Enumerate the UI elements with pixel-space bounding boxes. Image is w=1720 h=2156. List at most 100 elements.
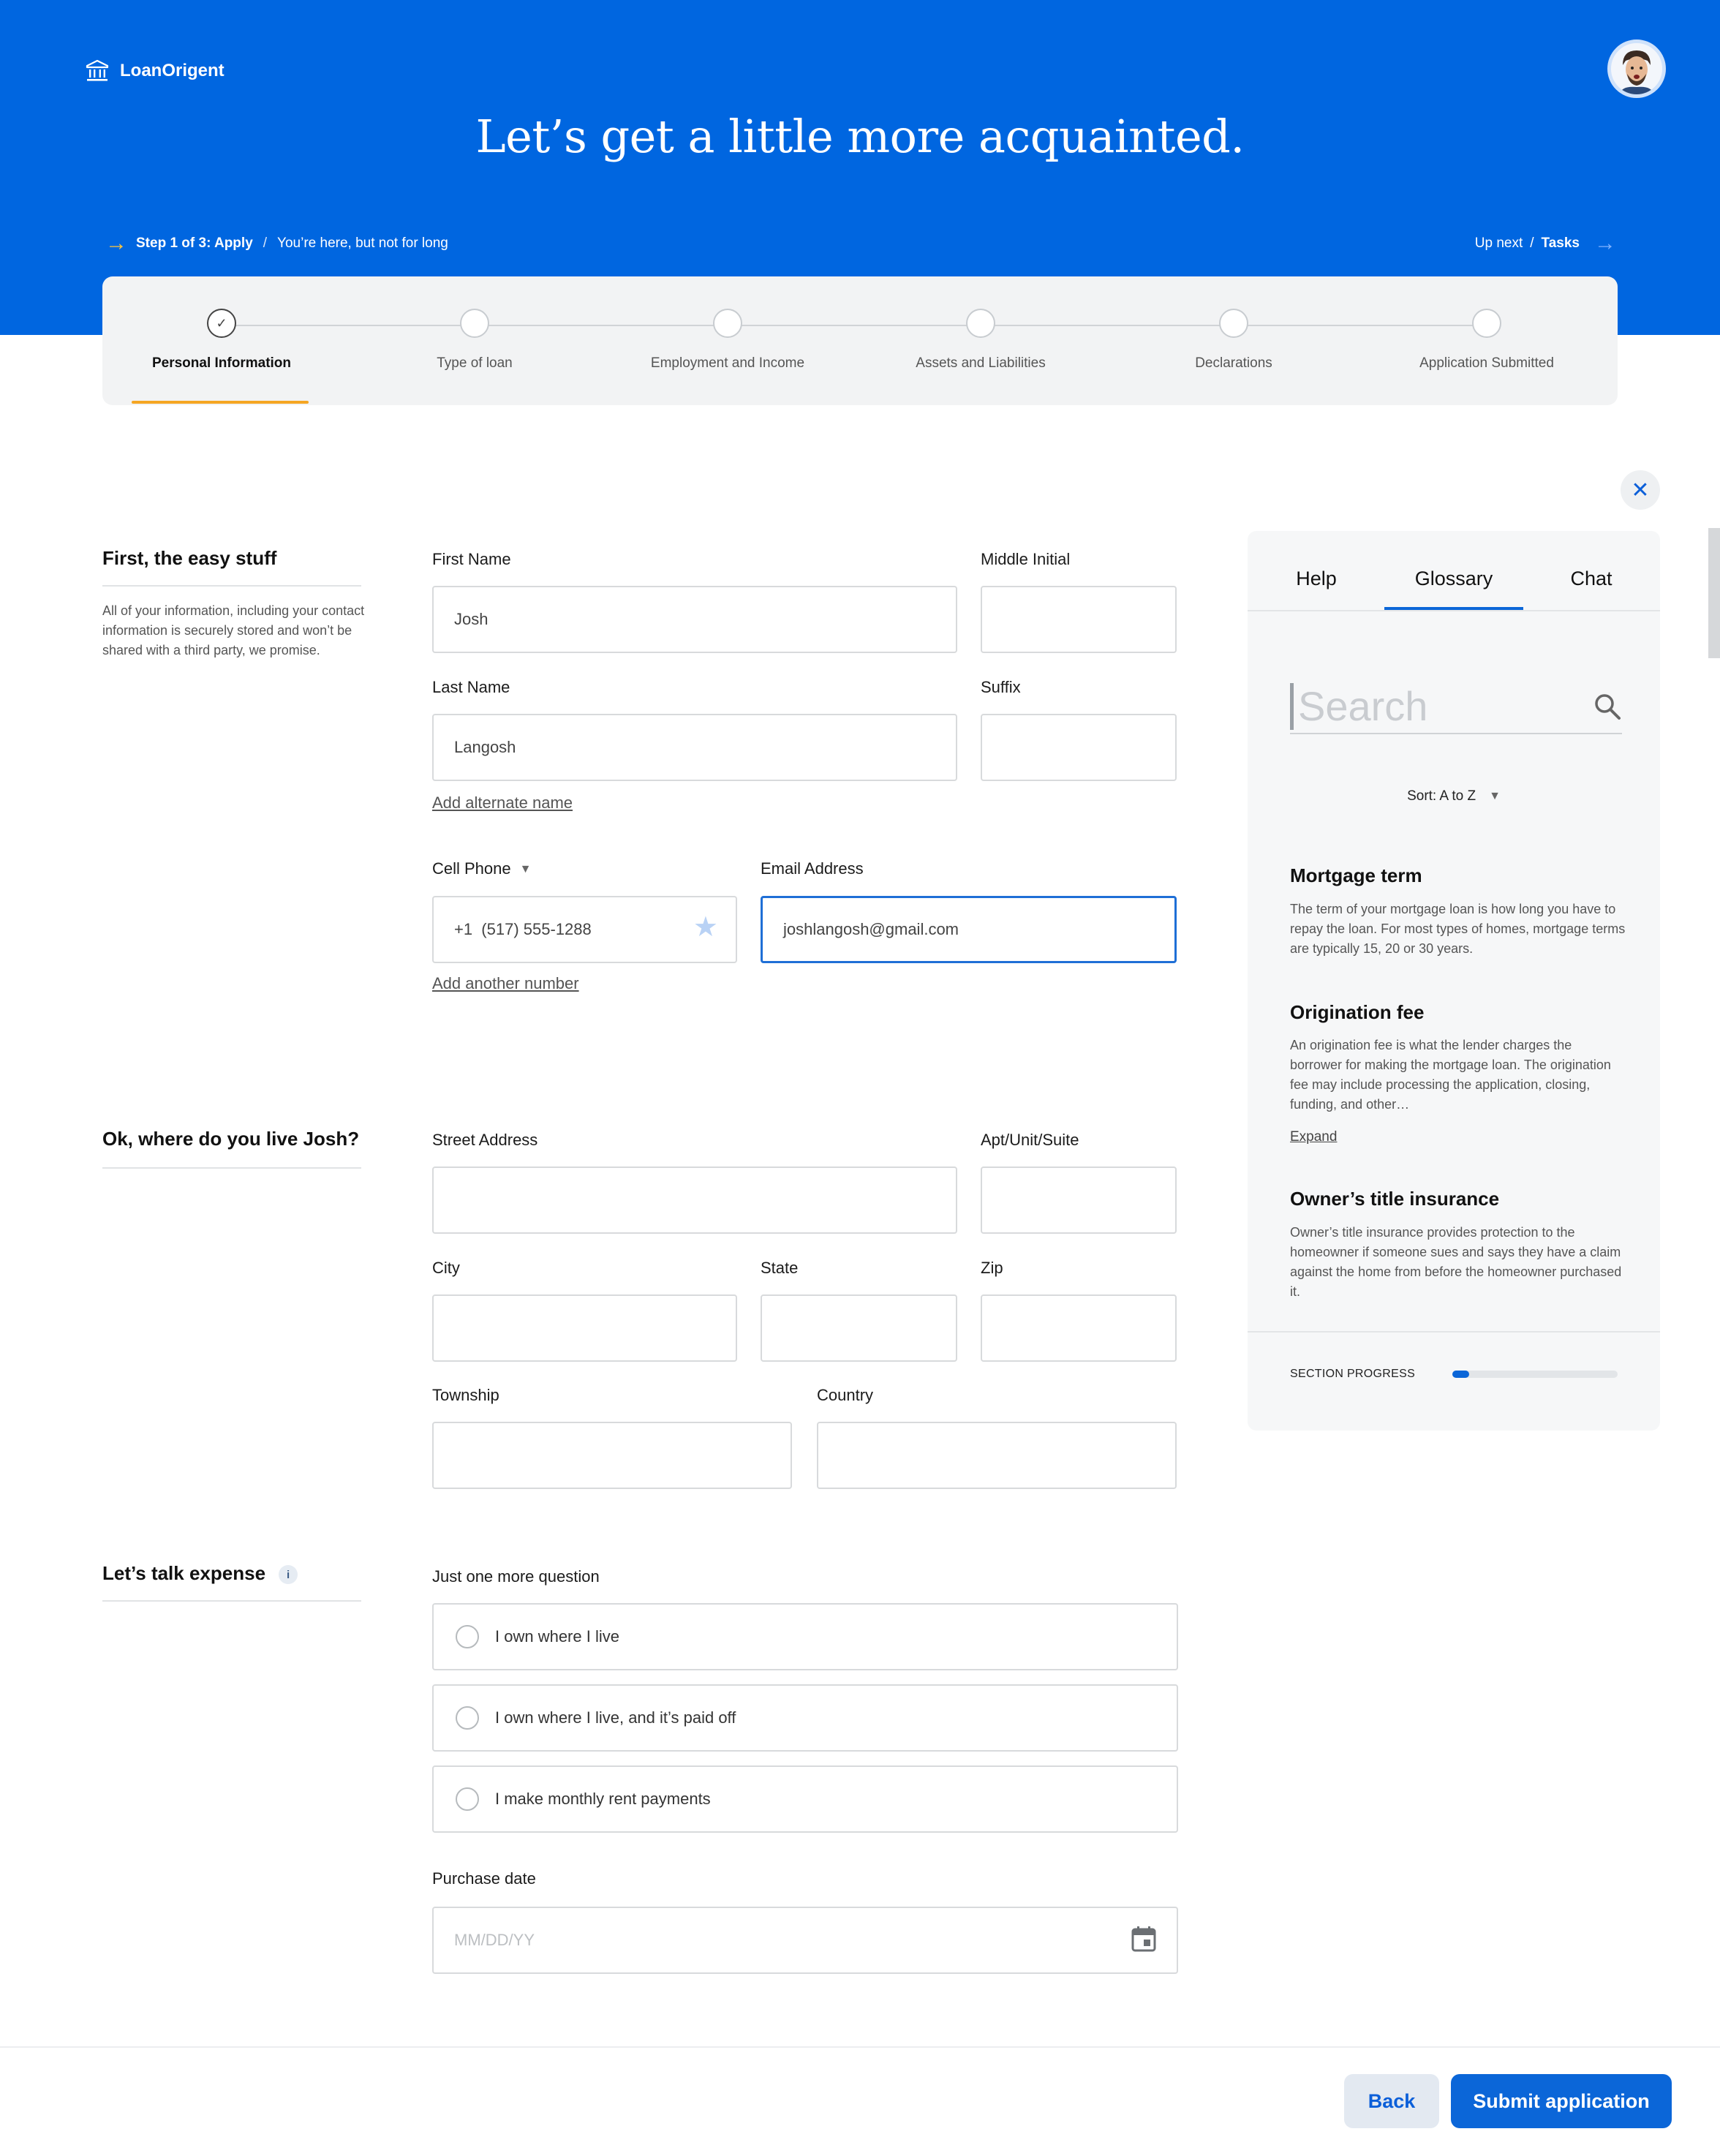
street-address-field[interactable] bbox=[432, 1166, 957, 1234]
step-personal-information[interactable]: ✓ Personal Information bbox=[112, 309, 331, 372]
cell-phone-label: Cell Phone bbox=[432, 859, 511, 878]
state-field[interactable] bbox=[761, 1294, 957, 1362]
brand-name: LoanOrigent bbox=[120, 61, 225, 80]
purchase-date-placeholder: MM/DD/YY bbox=[454, 1931, 535, 1949]
radio-option-label: I make monthly rent payments bbox=[495, 1790, 711, 1808]
first-name-value: Josh bbox=[454, 610, 489, 628]
section-description: All of your information, including your … bbox=[102, 603, 365, 657]
radio-circle bbox=[456, 1625, 479, 1648]
up-next-value: Tasks bbox=[1541, 235, 1580, 251]
active-tab-indicator bbox=[1384, 607, 1523, 610]
state-label: State bbox=[761, 1259, 799, 1277]
step-dot bbox=[1219, 309, 1248, 338]
arrow-right-icon: → bbox=[105, 231, 127, 255]
email-label: Email Address bbox=[761, 859, 864, 878]
bank-icon bbox=[86, 59, 109, 81]
city-label: City bbox=[432, 1259, 460, 1277]
step-label: Employment and Income bbox=[650, 355, 805, 371]
breadcrumb-separator: / bbox=[1530, 235, 1534, 251]
calendar-icon[interactable] bbox=[1131, 1926, 1156, 1952]
panel-divider bbox=[1248, 1331, 1660, 1333]
page-title: Let’s get a little more acquainted. bbox=[475, 110, 1245, 163]
step-complete-check-icon: ✓ bbox=[207, 309, 236, 338]
step-dot bbox=[460, 309, 489, 338]
tab-glossary[interactable]: Glossary bbox=[1415, 568, 1493, 590]
close-panel-button[interactable]: ✕ bbox=[1621, 470, 1660, 510]
middle-initial-field[interactable] bbox=[981, 586, 1177, 653]
first-name-field[interactable]: Josh bbox=[432, 586, 957, 653]
scrollbar[interactable] bbox=[1708, 528, 1720, 658]
cell-phone-field[interactable]: +1 (517) 555-1288 ★ bbox=[432, 896, 737, 963]
sort-dropdown[interactable]: Sort: A to Z ▼ bbox=[1248, 788, 1660, 804]
cell-phone-dropdown[interactable]: Cell Phone ▼ bbox=[432, 859, 531, 878]
tab-chat[interactable]: Chat bbox=[1570, 568, 1612, 590]
step-application-submitted[interactable]: Application Submitted bbox=[1377, 309, 1596, 372]
footer-divider bbox=[0, 2046, 1720, 2048]
section-progress-fill bbox=[1452, 1371, 1469, 1378]
search-icon[interactable] bbox=[1593, 692, 1622, 721]
step-assets-and-liabilities[interactable]: Assets and Liabilities bbox=[871, 309, 1090, 372]
suffix-label: Suffix bbox=[981, 678, 1021, 696]
tab-help[interactable]: Help bbox=[1296, 568, 1337, 590]
current-step-label: Step 1 of 3: Apply bbox=[136, 235, 253, 251]
township-label: Township bbox=[432, 1386, 499, 1404]
add-another-number-link[interactable]: Add another number bbox=[432, 974, 579, 993]
zip-field[interactable] bbox=[981, 1294, 1177, 1362]
step-label: Application Submitted bbox=[1419, 355, 1554, 371]
suffix-field[interactable] bbox=[981, 714, 1177, 781]
question-label: Just one more question bbox=[432, 1567, 600, 1586]
section-title-expense: Let’s talk expense i bbox=[102, 1562, 298, 1585]
submit-application-button[interactable]: Submit application bbox=[1451, 2074, 1672, 2128]
street-address-label: Street Address bbox=[432, 1131, 538, 1149]
step-declarations[interactable]: Declarations bbox=[1124, 309, 1343, 372]
email-value: joshlangosh@gmail.com bbox=[783, 920, 959, 938]
radio-option-own[interactable]: I own where I live bbox=[432, 1603, 1178, 1670]
section-title-personal: First, the easy stuff bbox=[102, 547, 277, 569]
step-label: Personal Information bbox=[151, 355, 292, 371]
zip-label: Zip bbox=[981, 1259, 1003, 1277]
sort-label: Sort: A to Z bbox=[1407, 788, 1476, 804]
last-name-field[interactable]: Langosh bbox=[432, 714, 957, 781]
glossary-panel: Help Glossary Chat Search Sort: A to Z ▼ … bbox=[1248, 531, 1660, 1431]
active-step-indicator bbox=[132, 401, 309, 404]
breadcrumb-separator: / bbox=[263, 235, 268, 251]
section-divider bbox=[102, 1167, 361, 1169]
back-button[interactable]: Back bbox=[1344, 2074, 1439, 2128]
glossary-term-title: Owner’s title insurance bbox=[1290, 1188, 1500, 1210]
country-field[interactable] bbox=[817, 1422, 1177, 1489]
step-dot bbox=[713, 309, 742, 338]
step-dot bbox=[1472, 309, 1501, 338]
expand-link[interactable]: Expand bbox=[1290, 1129, 1337, 1145]
radio-circle bbox=[456, 1787, 479, 1811]
add-alternate-name-link[interactable]: Add alternate name bbox=[432, 794, 573, 813]
panel-tabs: Help Glossary Chat bbox=[1248, 531, 1660, 611]
progress-stepper: ✓ Personal Information Type of loan Empl… bbox=[102, 276, 1618, 405]
brand-logo[interactable]: LoanOrigent bbox=[85, 59, 225, 83]
section-title-address: Ok, where do you live Josh? bbox=[102, 1128, 360, 1150]
star-icon[interactable]: ★ bbox=[693, 911, 718, 943]
next-step-link[interactable]: Up next / Tasks → bbox=[1474, 233, 1616, 255]
avatar[interactable] bbox=[1607, 39, 1666, 98]
radio-option-rent[interactable]: I make monthly rent payments bbox=[432, 1765, 1178, 1833]
purchase-date-field[interactable]: MM/DD/YY bbox=[432, 1907, 1178, 1974]
up-next-label: Up next bbox=[1474, 235, 1523, 251]
step-employment-and-income[interactable]: Employment and Income bbox=[618, 309, 837, 372]
first-name-label: First Name bbox=[432, 550, 511, 568]
apt-unit-suite-field[interactable] bbox=[981, 1166, 1177, 1234]
radio-option-own-paid-off[interactable]: I own where I live, and it’s paid off bbox=[432, 1684, 1178, 1752]
user-avatar-icon bbox=[1611, 43, 1662, 94]
glossary-search-input[interactable]: Search bbox=[1290, 676, 1622, 734]
info-icon[interactable]: i bbox=[279, 1565, 298, 1585]
email-field[interactable]: joshlangosh@gmail.com bbox=[761, 896, 1177, 963]
township-field[interactable] bbox=[432, 1422, 792, 1489]
section-title-text: Let’s talk expense bbox=[102, 1562, 266, 1584]
step-type-of-loan[interactable]: Type of loan bbox=[365, 309, 584, 372]
glossary-term-description: Owner’s title insurance provides protect… bbox=[1290, 1225, 1622, 1299]
radio-option-label: I own where I live bbox=[495, 1627, 619, 1646]
current-step-breadcrumb: → Step 1 of 3: Apply / You’re here, but … bbox=[105, 231, 448, 255]
city-field[interactable] bbox=[432, 1294, 737, 1362]
glossary-term-description: The term of your mortgage loan is how lo… bbox=[1290, 902, 1626, 956]
search-placeholder: Search bbox=[1290, 683, 1427, 730]
radio-circle bbox=[456, 1706, 479, 1730]
section-divider bbox=[102, 1600, 361, 1602]
